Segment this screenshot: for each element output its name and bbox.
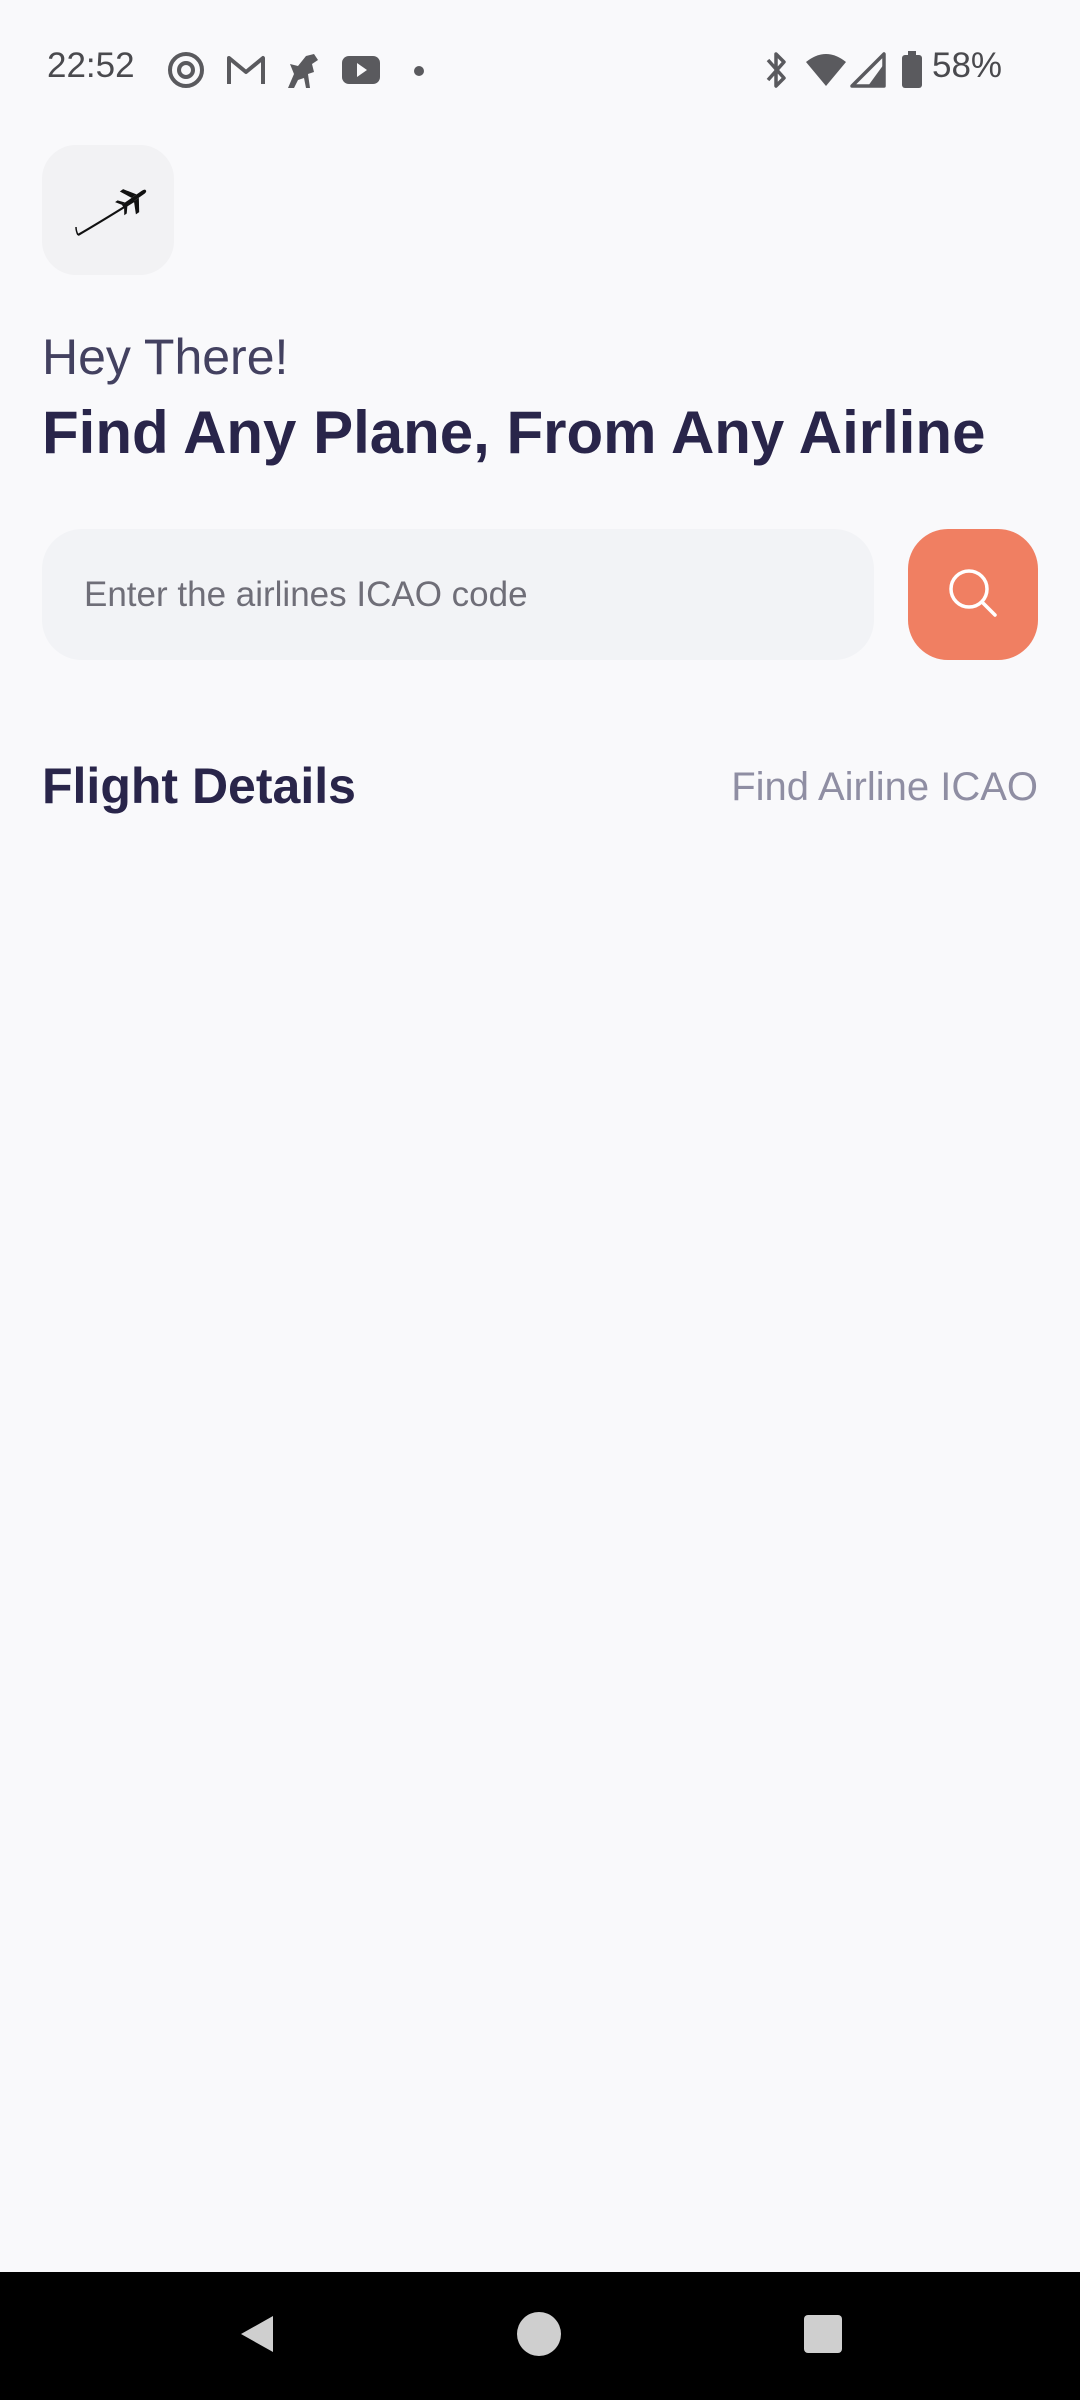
icao-search-input[interactable] — [42, 529, 874, 660]
find-airline-icao-link[interactable]: Find Airline ICAO — [731, 765, 1038, 810]
recents-icon — [802, 2313, 844, 2359]
system-nav-bar — [0, 2272, 1080, 2400]
back-icon — [235, 2310, 279, 2362]
status-time: 22:52 — [47, 46, 135, 85]
youtube-icon — [340, 50, 382, 94]
wifi-icon — [804, 50, 848, 94]
nav-recents-button[interactable] — [763, 2272, 883, 2400]
home-icon — [515, 2310, 563, 2362]
app-logo — [42, 145, 174, 275]
page-title: Find Any Plane, From Any Airline — [42, 399, 986, 466]
status-bar: 22:52 58% — [0, 0, 1080, 130]
nav-home-button[interactable] — [479, 2272, 599, 2400]
gmail-icon — [225, 50, 267, 94]
battery-icon — [900, 50, 924, 94]
battery-percent: 58% — [932, 46, 1003, 85]
greeting-text: Hey There! — [42, 329, 289, 385]
horse-app-icon — [280, 50, 324, 96]
bluetooth-icon — [762, 50, 792, 94]
threads-icon — [166, 50, 206, 94]
dot-icon — [413, 62, 425, 81]
flight-details-heading: Flight Details — [42, 758, 356, 814]
search-button[interactable] — [908, 529, 1038, 660]
nav-back-button[interactable] — [197, 2272, 317, 2400]
cell-signal-icon — [850, 50, 886, 94]
search-icon — [945, 565, 1001, 625]
